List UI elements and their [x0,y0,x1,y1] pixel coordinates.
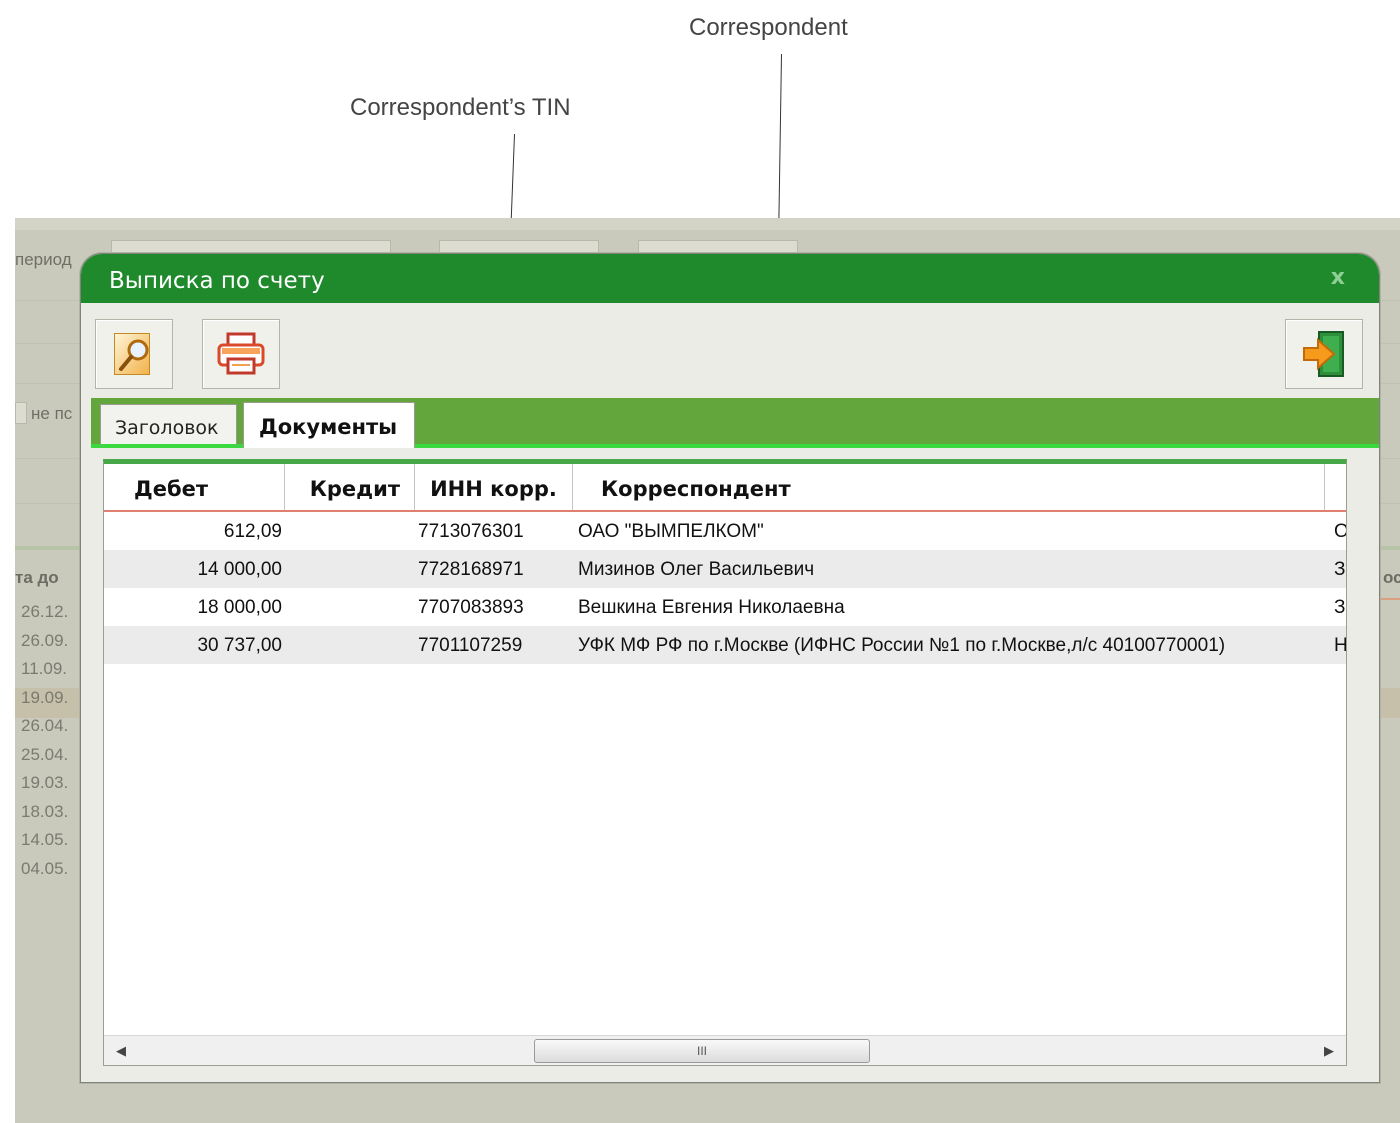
table-row[interactable]: 18 000,00 7707083893 Вешкина Евгения Ник… [104,588,1346,626]
dialog-titlebar[interactable]: Выписка по счету x [81,254,1379,303]
background-date-item: 26.09. [21,630,69,650]
dialog-toolbar [81,303,1379,398]
inn-cell: 7707083893 [418,597,524,618]
correspondent-cell: Вешкина Евгения Николаевна [578,597,845,618]
account-statement-dialog: Выписка по счету x Заголовок Документы Д… [80,253,1380,1083]
exit-button[interactable] [1285,319,1363,389]
table-row[interactable]: 612,09 7713076301 ОАО "ВЫМПЕЛКОМ" О [104,512,1346,550]
background-date-item: 25.04. [21,744,69,764]
horizontal-scrollbar[interactable]: ◀ III ▶ [104,1035,1346,1065]
background-date-item: 14.05. [21,830,69,849]
extra-cell: З [1334,597,1346,618]
exit-door-arrow-icon [1303,331,1344,377]
preview-button[interactable] [95,319,173,389]
correspondent-cell: Мизинов Олег Васильевич [578,559,815,580]
extra-cell: Н [1334,635,1347,656]
background-date-item: 18.03. [21,801,69,821]
tab-header[interactable]: Заголовок [100,404,237,448]
grid-header: Дебет Кредит ИНН корр. Корреспондент [104,464,1346,512]
inn-cell: 7713076301 [418,521,524,542]
background-date-item: 19.03. [21,773,69,792]
background-date-item: 04.05. [21,858,69,878]
column-header-debit[interactable]: Дебет [104,464,285,510]
background-date-item: 26.12. [21,602,69,621]
extra-cell: О [1334,521,1346,543]
screenshot-page: Correspondent Correspondent’s TIN период… [0,0,1400,1123]
background-right-header: ос [1383,568,1400,587]
table-row[interactable]: 30 737,00 7701107259 УФК МФ РФ по г.Моск… [104,626,1346,664]
scroll-left-icon[interactable]: ◀ [116,1043,126,1059]
background-toolbar-strip [15,218,1400,230]
debit-cell: 612,09 [223,521,282,542]
dialog-title: Выписка по счету [109,268,325,294]
debit-cell: 18 000,00 [197,597,282,618]
background-checkbox [15,402,27,424]
column-header-correspondent[interactable]: Корреспондент [573,464,1325,510]
background-date-header: та до [15,568,59,587]
column-header-credit[interactable]: Кредит [285,464,415,510]
magnifier-document-icon [114,333,150,375]
inn-cell: 7728168971 [418,559,524,580]
scroll-thumb[interactable]: III [534,1039,870,1063]
extra-cell: З [1334,559,1346,580]
tab-documents[interactable]: Документы [243,402,415,448]
annotation-correspondent: Correspondent [689,14,848,41]
correspondent-cell: УФК МФ РФ по г.Москве (ИФНС России №1 по… [578,635,1226,656]
documents-grid: Дебет Кредит ИНН корр. Корреспондент 612… [103,459,1347,1066]
column-header-inn[interactable]: ИНН корр. [415,464,573,510]
table-row[interactable]: 14 000,00 7728168971 Мизинов Олег Василь… [104,550,1346,588]
background-date-item: 26.04. [21,716,69,735]
grid-rows: 612,09 7713076301 ОАО "ВЫМПЕЛКОМ" О 14 0… [104,512,1346,664]
debit-cell: 14 000,00 [197,559,282,580]
printer-icon [217,332,265,375]
annotation-correspondent-tin: Correspondent’s TIN [350,94,571,121]
background-date-item: 11.09. [21,659,68,678]
background-date-item: 19.09. [21,687,69,707]
print-button[interactable] [202,319,280,389]
background-period-label: период [15,250,72,269]
scroll-right-icon[interactable]: ▶ [1324,1043,1334,1059]
tab-strip: Заголовок Документы [91,398,1379,448]
correspondent-cell: ОАО "ВЫМПЕЛКОМ" [578,521,764,542]
close-button[interactable]: x [1331,265,1345,290]
background-not-label: не пс [31,404,73,423]
debit-cell: 30 737,00 [197,635,282,656]
inn-cell: 7701107259 [418,635,523,656]
